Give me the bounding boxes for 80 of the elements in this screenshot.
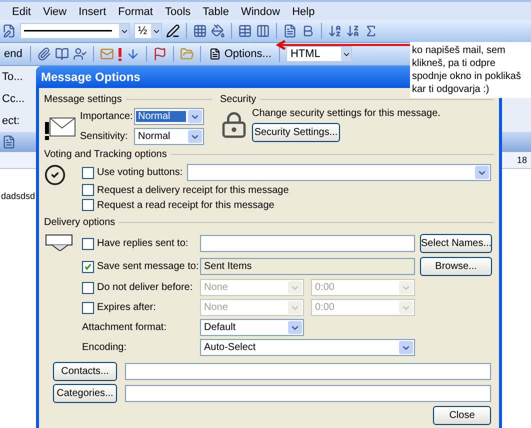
document-icon[interactable] <box>283 24 297 38</box>
send-button[interactable]: end <box>2 44 24 64</box>
annotation-note: ko napišeš mail, sem klikneš, pa ti odpre spodnje okno in poklikaš kar ti odgovarja :) <box>410 42 531 98</box>
down-arrow-icon[interactable] <box>126 47 140 61</box>
checkbox[interactable] <box>82 260 94 272</box>
menu-item[interactable]: Help <box>286 6 321 18</box>
text-field[interactable] <box>125 385 491 402</box>
dropdown[interactable]: Normal <box>134 108 204 125</box>
text-field[interactable] <box>125 363 491 380</box>
header-field-button[interactable]: To... <box>2 71 23 83</box>
bold-icon[interactable] <box>301 24 315 38</box>
window-title: Message Options <box>41 70 140 84</box>
checkbox[interactable] <box>82 238 94 250</box>
field-label: Sensitivity: <box>80 131 129 142</box>
hand-envelope-icon <box>44 233 74 251</box>
field-label: Attachment format: <box>82 322 168 333</box>
text-field[interactable]: Sent Items <box>200 258 415 275</box>
voting-dropdown[interactable] <box>186 164 491 181</box>
checkbox-label: Have replies sent to: <box>97 238 188 249</box>
dialog-button[interactable]: Select Names... <box>420 234 492 253</box>
flag-icon[interactable] <box>153 47 168 61</box>
menu-item[interactable]: View <box>36 6 73 18</box>
check-circle-icon <box>44 164 66 186</box>
line-weight-dropdown[interactable]: ½ <box>134 23 162 39</box>
menu-item[interactable]: Edit <box>6 6 37 18</box>
line-icon <box>24 30 112 32</box>
format-dropdown[interactable]: HTML <box>286 46 352 62</box>
checkbox-label: Save sent message to: <box>97 261 199 272</box>
checkbox-label: Do not deliver before: <box>97 282 193 293</box>
checkbox-label: Use voting buttons: <box>97 167 183 178</box>
menu-item[interactable]: Window <box>234 6 286 18</box>
borders-icon[interactable] <box>193 24 207 38</box>
checkbox[interactable] <box>82 199 94 211</box>
menu-item[interactable]: Format <box>112 6 159 18</box>
exclamation-icon[interactable] <box>118 48 122 60</box>
line-style-dropdown[interactable] <box>20 23 130 39</box>
menu-item[interactable]: Table <box>196 6 235 18</box>
header-field-button[interactable]: ect: <box>2 115 20 127</box>
sum-icon[interactable] <box>364 24 378 38</box>
section-label: Voting and Tracking options <box>44 148 167 160</box>
checkbox-label: Expires after: <box>97 302 156 313</box>
checkbox[interactable] <box>82 166 94 178</box>
security-text: Change security settings for this message. <box>252 108 440 119</box>
lock-icon <box>220 111 248 139</box>
edit-icon[interactable] <box>2 24 16 38</box>
checkbox-label: Request a delivery receipt for this message <box>97 184 289 196</box>
dialog-button[interactable]: Contacts... <box>53 362 117 381</box>
paperclip-icon[interactable] <box>37 47 52 61</box>
section-label: Message settings <box>44 94 122 104</box>
document-icon[interactable] <box>2 135 16 149</box>
section-label: Security <box>220 94 256 104</box>
field-label: Encoding: <box>82 342 128 353</box>
dropdown[interactable]: Normal <box>134 128 204 145</box>
envelope-icon[interactable] <box>100 47 114 61</box>
dialog-button[interactable]: Categories... <box>53 384 117 403</box>
address-book-icon[interactable] <box>55 47 70 61</box>
document-text: dadsdsd <box>1 191 36 201</box>
options-button[interactable]: Options... <box>207 44 274 64</box>
checkbox-label: Request a read receipt for this message <box>97 200 274 210</box>
header-field-button[interactable]: Cc... <box>2 93 25 105</box>
dropdown[interactable]: Auto-Select <box>200 339 415 356</box>
menu-item[interactable]: Tools <box>158 6 197 18</box>
ruler-mark: 18 <box>516 155 527 165</box>
pen-icon[interactable] <box>166 24 180 38</box>
security-settings-button[interactable]: Security Settings... <box>252 123 340 142</box>
field-label: Importance: <box>80 111 134 122</box>
sort-ascending-icon[interactable] <box>328 24 342 38</box>
section-label: Delivery options <box>44 216 116 228</box>
text-field[interactable] <box>200 235 415 252</box>
checkbox[interactable] <box>82 184 94 196</box>
close-button[interactable]: Close <box>433 406 491 425</box>
paint-bucket-icon[interactable] <box>211 24 225 38</box>
document-icon <box>209 48 222 60</box>
columns-icon[interactable] <box>256 24 270 38</box>
dialog-button[interactable]: Browse... <box>420 257 492 276</box>
menu-item[interactable]: Insert <box>72 6 112 18</box>
sort-descending-icon[interactable] <box>346 24 360 38</box>
check-names-icon[interactable] <box>73 47 88 61</box>
dropdown[interactable]: Default <box>200 319 304 336</box>
table-icon[interactable] <box>238 24 252 38</box>
